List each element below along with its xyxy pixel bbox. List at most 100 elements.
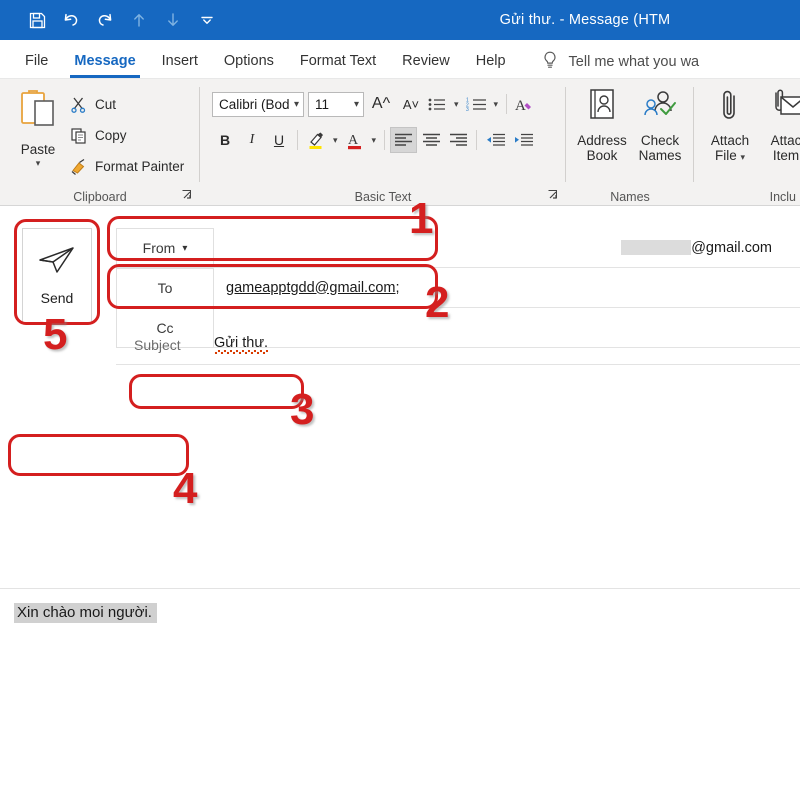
divider xyxy=(506,94,508,114)
italic-button[interactable]: I xyxy=(239,127,265,153)
font-size-value: 11 xyxy=(315,96,330,112)
paper-plane-icon xyxy=(37,245,77,280)
bold-button[interactable]: B xyxy=(212,127,238,153)
attach-file-label-1: Attach xyxy=(710,133,750,148)
send-button[interactable]: Send xyxy=(22,228,92,323)
tab-format-text[interactable]: Format Text xyxy=(287,45,389,78)
address-book-button[interactable]: Address Book xyxy=(574,87,630,164)
lightbulb-icon xyxy=(541,50,559,74)
from-label: From xyxy=(142,240,176,256)
grow-font-button[interactable]: A^ xyxy=(368,91,394,117)
bullets-button[interactable] xyxy=(424,91,450,117)
from-button[interactable]: From ▾ xyxy=(116,228,214,268)
clear-formatting-button[interactable]: A xyxy=(512,91,538,117)
cut-label: Cut xyxy=(95,96,117,112)
tab-message[interactable]: Message xyxy=(61,45,148,78)
chevron-down-icon[interactable]: ▾ xyxy=(491,99,502,110)
down-arrow-icon[interactable] xyxy=(158,5,188,35)
shrink-font-icon: A˅ xyxy=(402,96,420,112)
font-name-value: Calibri (Bod xyxy=(219,96,290,112)
attach-item-label-2: Item xyxy=(772,148,800,163)
attach-item-icon xyxy=(765,87,800,130)
ribbon-group-clipboard: Paste ▾ Cut Copy Format Painter Clipboar… xyxy=(0,79,200,206)
tell-me-search[interactable]: Tell me what you wa xyxy=(541,45,700,78)
paste-button[interactable]: Paste ▾ xyxy=(12,87,64,183)
format-painter-button[interactable]: Format Painter xyxy=(68,153,184,179)
group-label-basic-text: Basic Text xyxy=(354,190,412,204)
chevron-down-icon[interactable]: ▾ xyxy=(369,135,380,146)
font-name-select[interactable]: Calibri (Bod ▾ xyxy=(212,91,304,117)
up-arrow-icon[interactable] xyxy=(124,5,154,35)
text-highlight-color-button[interactable] xyxy=(303,127,329,153)
chevron-down-icon[interactable]: ▾ xyxy=(741,152,746,162)
scissors-icon xyxy=(68,94,88,114)
divider xyxy=(297,130,298,150)
from-value: @gmail.com xyxy=(691,239,772,256)
group-label-names: Names xyxy=(610,190,650,204)
cut-button[interactable]: Cut xyxy=(68,91,116,117)
attach-item-label-1: Attac xyxy=(770,133,800,148)
align-right-button[interactable] xyxy=(445,127,471,153)
align-center-button[interactable] xyxy=(418,127,444,153)
font-controls-row: Calibri (Bod ▾ 11 ▾ A^ A˅ xyxy=(212,91,424,117)
to-button[interactable]: To xyxy=(116,268,214,308)
check-names-icon xyxy=(641,87,679,130)
decrease-indent-button[interactable] xyxy=(482,127,509,153)
chevron-down-icon[interactable]: ▾ xyxy=(451,99,462,110)
to-field-row: To gameapptgdd@gmail.com; xyxy=(116,268,800,308)
italic-label: I xyxy=(249,132,255,147)
check-names-button[interactable]: Check Names xyxy=(632,87,688,164)
message-body-text: Xin chào moi người. xyxy=(14,603,157,623)
attach-file-button[interactable]: Attach File ▾ xyxy=(702,87,758,165)
subject-field-row[interactable]: Subject Gửi thư. xyxy=(116,325,800,365)
tab-options[interactable]: Options xyxy=(211,45,287,78)
copy-button[interactable]: Copy xyxy=(68,122,127,148)
chevron-down-icon[interactable] xyxy=(192,5,222,35)
chevron-down-icon[interactable]: ▾ xyxy=(182,243,187,254)
copy-label: Copy xyxy=(95,127,127,143)
font-size-select[interactable]: 11 ▾ xyxy=(308,91,364,117)
quick-access-toolbar xyxy=(0,5,222,35)
subject-label: Subject xyxy=(134,336,181,353)
title-bar: Gửi thư. - Message (HTM xyxy=(0,0,800,40)
paintbrush-icon xyxy=(68,156,88,176)
ribbon-tab-bar: File Message Insert Options Format Text … xyxy=(0,40,800,79)
from-input[interactable]: @gmail.com xyxy=(214,228,800,268)
undo-icon[interactable] xyxy=(56,5,86,35)
numbering-button[interactable]: 123 xyxy=(463,91,490,117)
svg-text:3: 3 xyxy=(466,107,469,112)
check-names-label-2: Names xyxy=(638,148,682,163)
send-label: Send xyxy=(40,290,74,306)
paperclip-icon xyxy=(715,87,745,130)
tell-me-placeholder: Tell me what you wa xyxy=(568,53,700,70)
message-body[interactable]: Xin chào moi người. xyxy=(0,588,800,806)
tab-file[interactable]: File xyxy=(12,45,61,78)
chevron-down-icon[interactable]: ▾ xyxy=(330,135,341,146)
clipboard-dialog-launcher[interactable] xyxy=(180,188,194,202)
clipboard-icon xyxy=(17,87,59,138)
font-color-button[interactable]: A xyxy=(342,127,368,153)
bold-label: B xyxy=(219,132,231,148)
underline-label: U xyxy=(273,132,285,148)
redacted-block xyxy=(621,240,692,255)
redo-icon[interactable] xyxy=(90,5,120,35)
address-book-label-2: Book xyxy=(586,148,618,163)
tab-insert[interactable]: Insert xyxy=(149,45,211,78)
increase-indent-button[interactable] xyxy=(510,127,537,153)
tab-help[interactable]: Help xyxy=(463,45,519,78)
chevron-down-icon: ▾ xyxy=(293,98,299,110)
shrink-font-button[interactable]: A˅ xyxy=(398,91,424,117)
address-book-label-1: Address xyxy=(577,133,627,148)
ribbon: Paste ▾ Cut Copy Format Painter Clipboar… xyxy=(0,79,800,206)
to-input[interactable]: gameapptgdd@gmail.com; xyxy=(214,268,800,308)
check-names-label-1: Check xyxy=(640,133,680,148)
attach-item-button[interactable]: Attac Item xyxy=(758,87,800,164)
save-icon[interactable] xyxy=(22,5,52,35)
align-left-button[interactable] xyxy=(390,127,418,153)
to-value: gameapptgdd@gmail.com; xyxy=(226,279,400,296)
to-label: To xyxy=(157,280,173,296)
tab-review[interactable]: Review xyxy=(389,45,463,78)
chevron-down-icon[interactable]: ▾ xyxy=(36,159,41,168)
basic-text-dialog-launcher[interactable] xyxy=(546,188,560,202)
underline-button[interactable]: U xyxy=(266,127,292,153)
